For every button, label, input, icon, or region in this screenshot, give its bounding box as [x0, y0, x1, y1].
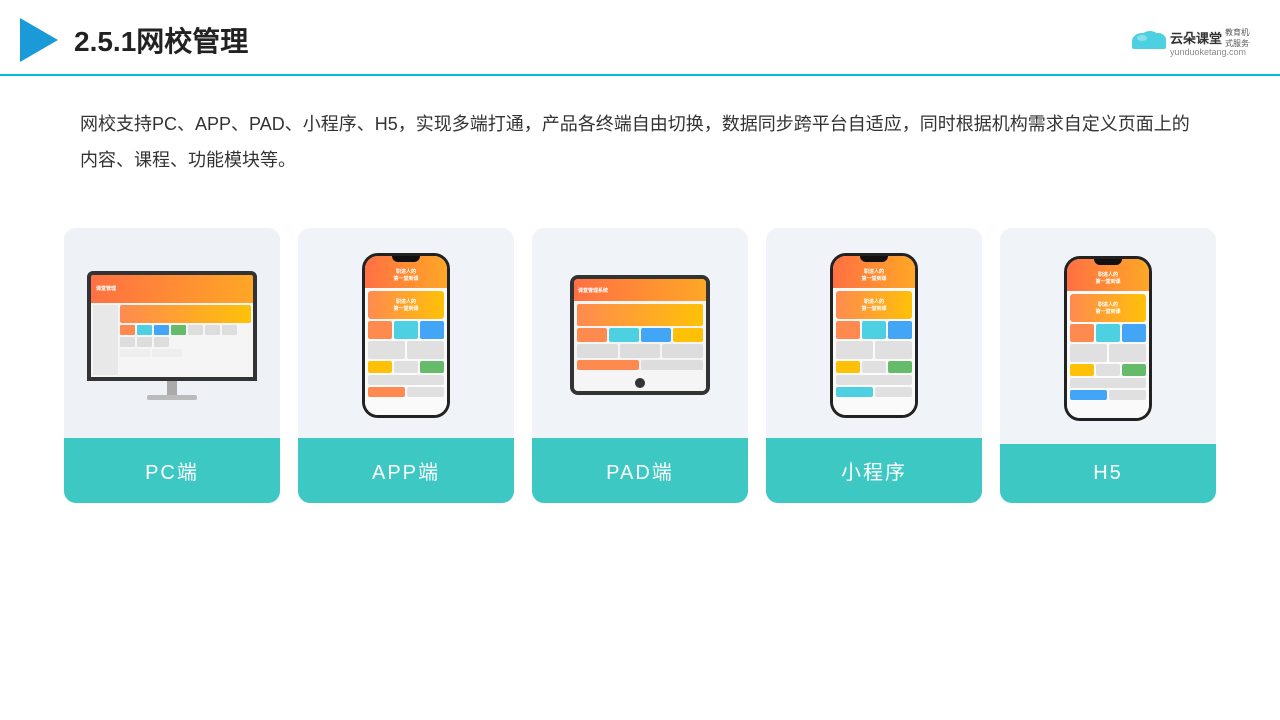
card-image-h5: 职进人的第一堂到课 职进人的第一堂到课 — [1000, 228, 1216, 444]
page-title: 2.5.1网校管理 — [74, 20, 248, 60]
card-miniprogram: 职进人的第一堂到课 职进人的第一堂到课 — [766, 228, 982, 503]
card-h5: 职进人的第一堂到课 职进人的第一堂到课 — [1000, 228, 1216, 503]
card-image-app: 职进人的第一堂到课 职进人的第一堂到课 — [298, 228, 514, 438]
monitor-frame: 课堂管理 — [87, 271, 257, 381]
phone-notch-mini — [860, 256, 888, 262]
phone-frame-h5: 职进人的第一堂到课 职进人的第一堂到课 — [1064, 256, 1152, 421]
phone-screen-h5: 职进人的第一堂到课 职进人的第一堂到课 — [1067, 259, 1149, 418]
phone-screen-mini: 职进人的第一堂到课 职进人的第一堂到课 — [833, 256, 915, 415]
pc-monitor: 课堂管理 — [87, 271, 257, 400]
phone-mockup-h5: 职进人的第一堂到课 职进人的第一堂到课 — [1064, 256, 1152, 421]
card-image-pc: 课堂管理 — [64, 228, 280, 438]
tablet-frame: 课堂管理系统 — [570, 275, 710, 395]
logo-icon: 云朵课堂 yunduoketang.com 教育机构一站 式服务云平台 — [1120, 21, 1250, 59]
play-icon — [20, 18, 58, 62]
phone-mockup-app: 职进人的第一堂到课 职进人的第一堂到课 — [362, 253, 450, 418]
card-label-pad: PAD端 — [532, 438, 748, 503]
card-pad: 课堂管理系统 — [532, 228, 748, 503]
svg-text:yunduoketang.com: yunduoketang.com — [1170, 47, 1246, 57]
card-image-pad: 课堂管理系统 — [532, 228, 748, 438]
card-image-miniprogram: 职进人的第一堂到课 职进人的第一堂到课 — [766, 228, 982, 438]
header-left: 2.5.1网校管理 — [20, 18, 248, 62]
phone-mockup-mini: 职进人的第一堂到课 职进人的第一堂到课 — [830, 253, 918, 418]
svg-text:教育机构一站: 教育机构一站 — [1225, 27, 1250, 37]
card-app: 职进人的第一堂到课 职进人的第一堂到课 — [298, 228, 514, 503]
phone-notch-app — [392, 256, 420, 262]
tablet-mockup: 课堂管理系统 — [570, 275, 710, 395]
cards-container: 课堂管理 — [0, 198, 1280, 523]
svg-text:云朵课堂: 云朵课堂 — [1170, 31, 1222, 46]
logo-area: 云朵课堂 yunduoketang.com 教育机构一站 式服务云平台 — [1120, 21, 1250, 59]
card-label-h5: H5 — [1000, 444, 1216, 503]
page-header: 2.5.1网校管理 云朵课堂 yunduoketang.com 教育机构一站 式… — [0, 0, 1280, 76]
svg-text:式服务云平台: 式服务云平台 — [1225, 38, 1250, 48]
card-label-app: APP端 — [298, 438, 514, 503]
phone-notch-h5 — [1094, 259, 1122, 265]
phone-frame-app: 职进人的第一堂到课 职进人的第一堂到课 — [362, 253, 450, 418]
phone-frame-mini: 职进人的第一堂到课 职进人的第一堂到课 — [830, 253, 918, 418]
description-text: 网校支持PC、APP、PAD、小程序、H5，实现多端打通，产品各终端自由切换，数… — [0, 76, 1280, 188]
phone-screen-app: 职进人的第一堂到课 职进人的第一堂到课 — [365, 256, 447, 415]
card-label-miniprogram: 小程序 — [766, 438, 982, 503]
card-label-pc: PC端 — [64, 438, 280, 503]
card-pc: 课堂管理 — [64, 228, 280, 503]
monitor-screen: 课堂管理 — [91, 275, 253, 377]
tablet-screen: 课堂管理系统 — [574, 279, 706, 391]
